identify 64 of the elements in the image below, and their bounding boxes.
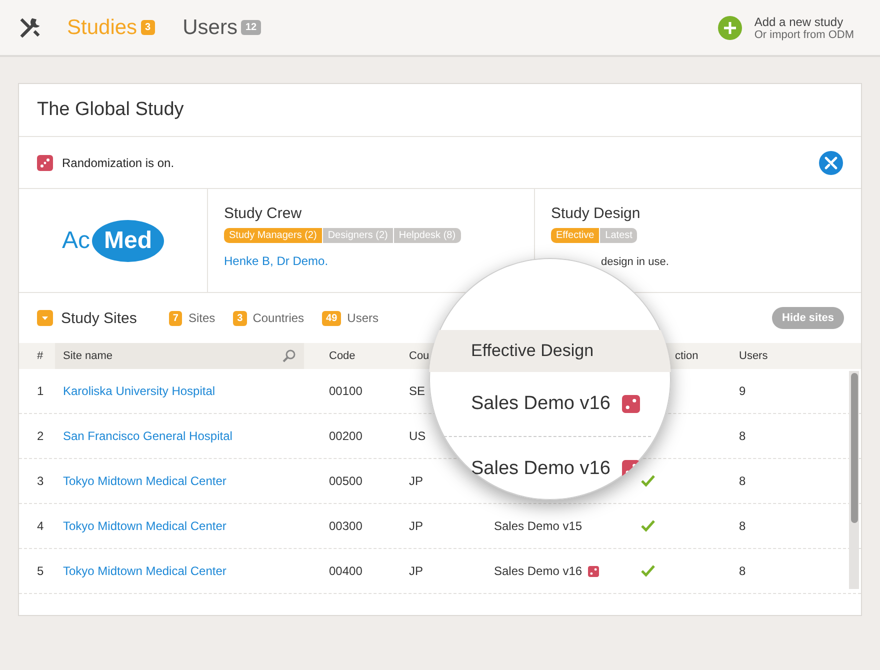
magnified-header: Effective Design (471, 341, 594, 361)
count-badge: 7 (168, 310, 182, 326)
column-header: Code (329, 350, 356, 362)
table-cell: 00500 (329, 474, 362, 488)
add-icon[interactable] (718, 16, 742, 40)
site-name-link[interactable]: Tokyo Midtown Medical Center (63, 474, 226, 488)
magnified-cell: Sales Demo v16 (471, 458, 610, 480)
scrollbar[interactable] (849, 371, 859, 589)
column-header: Cou (409, 350, 430, 362)
count-badge: 3 (141, 20, 155, 35)
design-tag[interactable]: Effective (551, 228, 600, 243)
row-number: 4 (37, 519, 44, 533)
table-cell: 8 (739, 429, 746, 443)
count-badge: 12 (241, 20, 261, 35)
import-odm-link[interactable]: Or import from ODM (754, 28, 854, 40)
table-cell: Sales Demo v16 (494, 564, 582, 578)
table-cell: 00400 (329, 564, 362, 578)
table-cell: JP (409, 564, 424, 578)
column-header: ction (675, 350, 698, 362)
nav-tab[interactable]: Users 12 (182, 16, 261, 40)
collapse-icon[interactable] (37, 310, 53, 326)
table-cell: 9 (739, 384, 746, 398)
design-note: design in use. (601, 256, 669, 268)
table-cell: Sales Demo v15 (494, 519, 582, 533)
site-name-link[interactable]: Tokyo Midtown Medical Center (63, 519, 226, 533)
table-cell: US (409, 429, 426, 443)
search-icon[interactable] (282, 349, 296, 363)
stat-label: Sites (188, 311, 216, 325)
table-cell: JP (409, 519, 424, 533)
row-number: 3 (37, 474, 44, 488)
row-number: 1 (37, 384, 44, 398)
table-cell: JP (409, 474, 424, 488)
column-header: Users (739, 350, 768, 362)
count-badge: 3 (233, 310, 247, 326)
magnified-cell: Sales Demo v16 (471, 393, 610, 415)
crew-members-link[interactable]: Henke B, Dr Demo. (224, 254, 328, 268)
row-number: 5 (37, 564, 44, 578)
add-study-link[interactable]: Add a new study (754, 14, 854, 28)
sites-title: Study Sites (61, 310, 137, 326)
row-number: 2 (37, 429, 44, 443)
design-title: Study Design (551, 205, 642, 222)
company-logo: Ac Med (62, 220, 164, 262)
nav-tab[interactable]: Studies 3 (67, 16, 155, 40)
dice-icon (37, 154, 53, 170)
column-header: # (37, 350, 44, 362)
crew-title: Study Crew (224, 205, 303, 222)
role-tag[interactable]: Study Managers (2) (224, 228, 322, 243)
table-cell: 00100 (329, 384, 362, 398)
table-cell: 8 (739, 564, 746, 578)
site-name-link[interactable]: Karoliska University Hospital (63, 384, 216, 398)
table-cell: 00300 (329, 519, 362, 533)
table-cell: SE (409, 384, 426, 398)
randomization-status: Randomization is on. (62, 156, 174, 170)
stat-label: Countries (252, 311, 304, 325)
table-cell: 00200 (329, 429, 362, 443)
table-cell: 8 (739, 474, 746, 488)
study-title: The Global Study (37, 99, 184, 121)
site-name-header[interactable]: Site name (55, 343, 304, 369)
stat-label: Users (347, 311, 379, 325)
site-name-link[interactable]: Tokyo Midtown Medical Center (63, 564, 226, 578)
count-badge: 49 (322, 310, 342, 326)
site-name-link[interactable]: San Francisco General Hospital (63, 429, 232, 443)
table-cell: 8 (739, 519, 746, 533)
hide-sites-button[interactable]: Hide sites (772, 307, 844, 329)
